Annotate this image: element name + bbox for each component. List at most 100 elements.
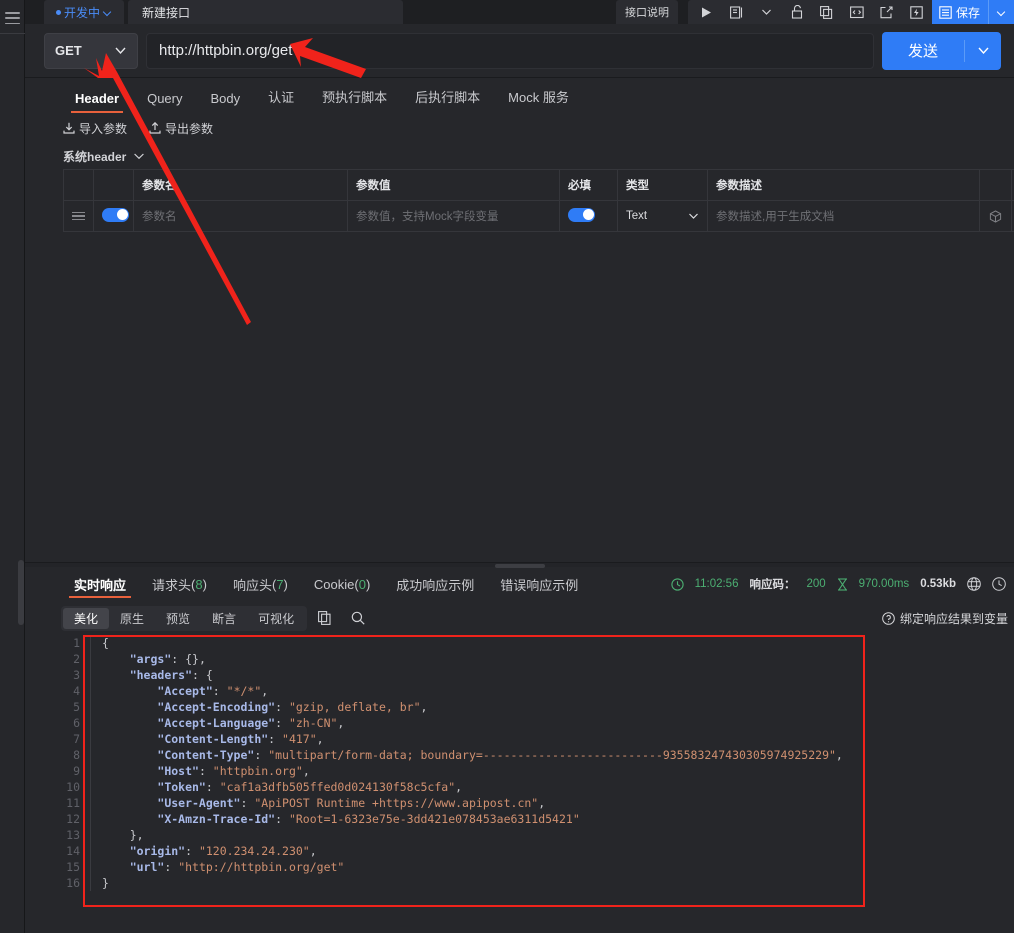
line-number: 2 [73,652,80,666]
globe-icon[interactable] [967,577,981,591]
send-button[interactable]: 发送 [882,31,1001,70]
send-dropdown-button[interactable] [965,46,1001,55]
th-drag [63,169,94,201]
rail-scrollbar[interactable] [18,560,24,625]
tab-realtime-response[interactable]: 实时响应 [61,567,139,601]
bind-response-to-variable[interactable]: 绑定响应结果到变量 [882,610,1008,627]
url-input[interactable]: http://httpbin.org/get [146,32,874,69]
method-select[interactable]: GET [44,32,138,69]
search-icon[interactable] [341,611,375,625]
code-icon[interactable] [842,0,872,24]
response-view-toolbar: 美化 原生 预览 断言 可视化 绑定响应结果到变量 [25,601,1014,635]
code-token: "120.234.24.230" [198,844,310,858]
code-token: "url" [129,860,165,874]
copy-icon[interactable] [812,0,842,24]
file-tab[interactable]: 新建接口 [128,0,403,24]
toolbar-icon-group: 保存 [687,0,1014,24]
tab-header[interactable]: Header [61,91,133,113]
code-line: "Content-Type": "multipart/form-data; bo… [102,747,1014,763]
row-description-input[interactable]: 参数描述,用于生成文档 [707,200,980,232]
params-table-wrap: 参数名 参数值 必填 类型 参数描述 参数名 参数值，支持Mock字段变量 Te… [25,169,1014,232]
tab-body[interactable]: Body [196,91,254,113]
code-token: : { [192,668,213,682]
code-token: : [240,796,255,810]
tab-pre-script[interactable]: 预执行脚本 [308,87,401,113]
row-drag-handle[interactable] [63,200,94,232]
row-mock-button[interactable] [979,200,1012,232]
tab-mock-service[interactable]: Mock 服务 [494,87,583,113]
code-token: "Token" [157,780,206,794]
code-token: "Content-Type" [157,748,255,762]
code-token: "417" [282,732,317,746]
response-duration: 970.00ms [858,578,910,590]
hamburger-icon[interactable] [5,12,20,24]
rail-divider [0,33,25,34]
line-number-gutter: 1 2 3 4 5 6 7 8 9 10 11 12 13 14 15 16 [52,635,89,891]
params-table: 参数名 参数值 必填 类型 参数描述 参数名 参数值，支持Mock字段变量 Te… [63,169,1014,232]
bind-response-label: 绑定响应结果到变量 [899,611,1008,626]
tab-cookie[interactable]: Cookie(0) [301,567,383,601]
code-token: , [835,748,843,762]
doc-icon[interactable] [722,0,752,24]
view-tab-raw[interactable]: 原生 [109,608,155,629]
code-line: "X-Amzn-Trace-Id": "Root=1-6323e75e-3dd4… [102,811,1014,827]
row-required-toggle[interactable] [559,200,618,232]
lightning-icon[interactable] [902,0,932,24]
params-table-header-row: 参数名 参数值 必填 类型 参数描述 [63,169,1014,201]
hourglass-icon [837,577,848,591]
code-token: "Accept" [157,684,213,698]
code-line: "origin": "120.234.24.230", [102,843,1014,859]
line-number: 8 [73,748,80,762]
unlock-icon[interactable] [782,0,812,24]
copy-response-button[interactable] [307,611,341,625]
env-selector[interactable]: 开发中 [44,0,124,24]
line-number: 15 [66,860,80,874]
response-body-json[interactable]: 1 2 3 4 5 6 7 8 9 10 11 12 13 14 15 16 { "args": {}, "h… [25,635,1014,933]
code-line: }, [102,827,1014,843]
tab-response-headers[interactable]: 响应头(7) [220,567,301,601]
save-button[interactable]: 保存 [931,0,988,24]
view-tab-visualize[interactable]: 可视化 [247,608,305,629]
code-token: "caf1a3dfb505ffed0d024130f58c5cfa" [219,780,456,794]
code-token: "gzip, deflate, br" [288,700,421,714]
tab-label: 认证 [268,90,295,105]
run-icon[interactable] [692,0,722,24]
code-line: "Content-Length": "417", [102,731,1014,747]
code-line: "Accept": "*/*", [102,683,1014,699]
tab-count: 8 [195,576,203,592]
tab-error-example[interactable]: 错误响应示例 [487,567,591,601]
chevron-down-icon[interactable] [752,0,782,24]
import-params-button[interactable]: 导入参数 [63,120,127,137]
export-params-button[interactable]: 导出参数 [149,120,213,137]
row-param-value-input[interactable]: 参数值，支持Mock字段变量 [347,200,560,232]
line-number: 4 [73,684,80,698]
system-header-toggle[interactable]: 系统header [25,143,1014,169]
code-content[interactable]: { "args": {}, "headers": { "Accept": "*/… [89,635,1014,891]
save-dropdown-button[interactable] [988,0,1014,24]
share-icon[interactable] [872,0,902,24]
tab-query[interactable]: Query [133,91,196,113]
tab-success-example[interactable]: 成功响应示例 [383,567,487,601]
history-icon[interactable] [992,577,1006,591]
row-param-name-input[interactable]: 参数名 [133,200,348,232]
status-code-value: 200 [806,578,826,590]
api-description-tab[interactable]: 接口说明 [615,0,678,24]
row-enable-toggle[interactable] [93,200,134,232]
code-token: , [455,780,463,794]
tab-post-script[interactable]: 后执行脚本 [401,87,494,113]
tab-request-headers[interactable]: 请求头(8) [139,567,220,601]
code-token: : [275,700,289,714]
code-token: , [316,732,324,746]
view-tab-beautify[interactable]: 美化 [63,607,110,629]
line-number: 9 [73,764,80,778]
row-type-value: Text [626,210,648,222]
view-tab-assert[interactable]: 断言 [201,608,247,629]
code-token: : [185,844,199,858]
view-tab-preview[interactable]: 预览 [155,608,201,629]
tab-auth[interactable]: 认证 [254,87,308,113]
row-type-select[interactable]: Text [617,200,708,232]
clock-icon [670,577,684,591]
